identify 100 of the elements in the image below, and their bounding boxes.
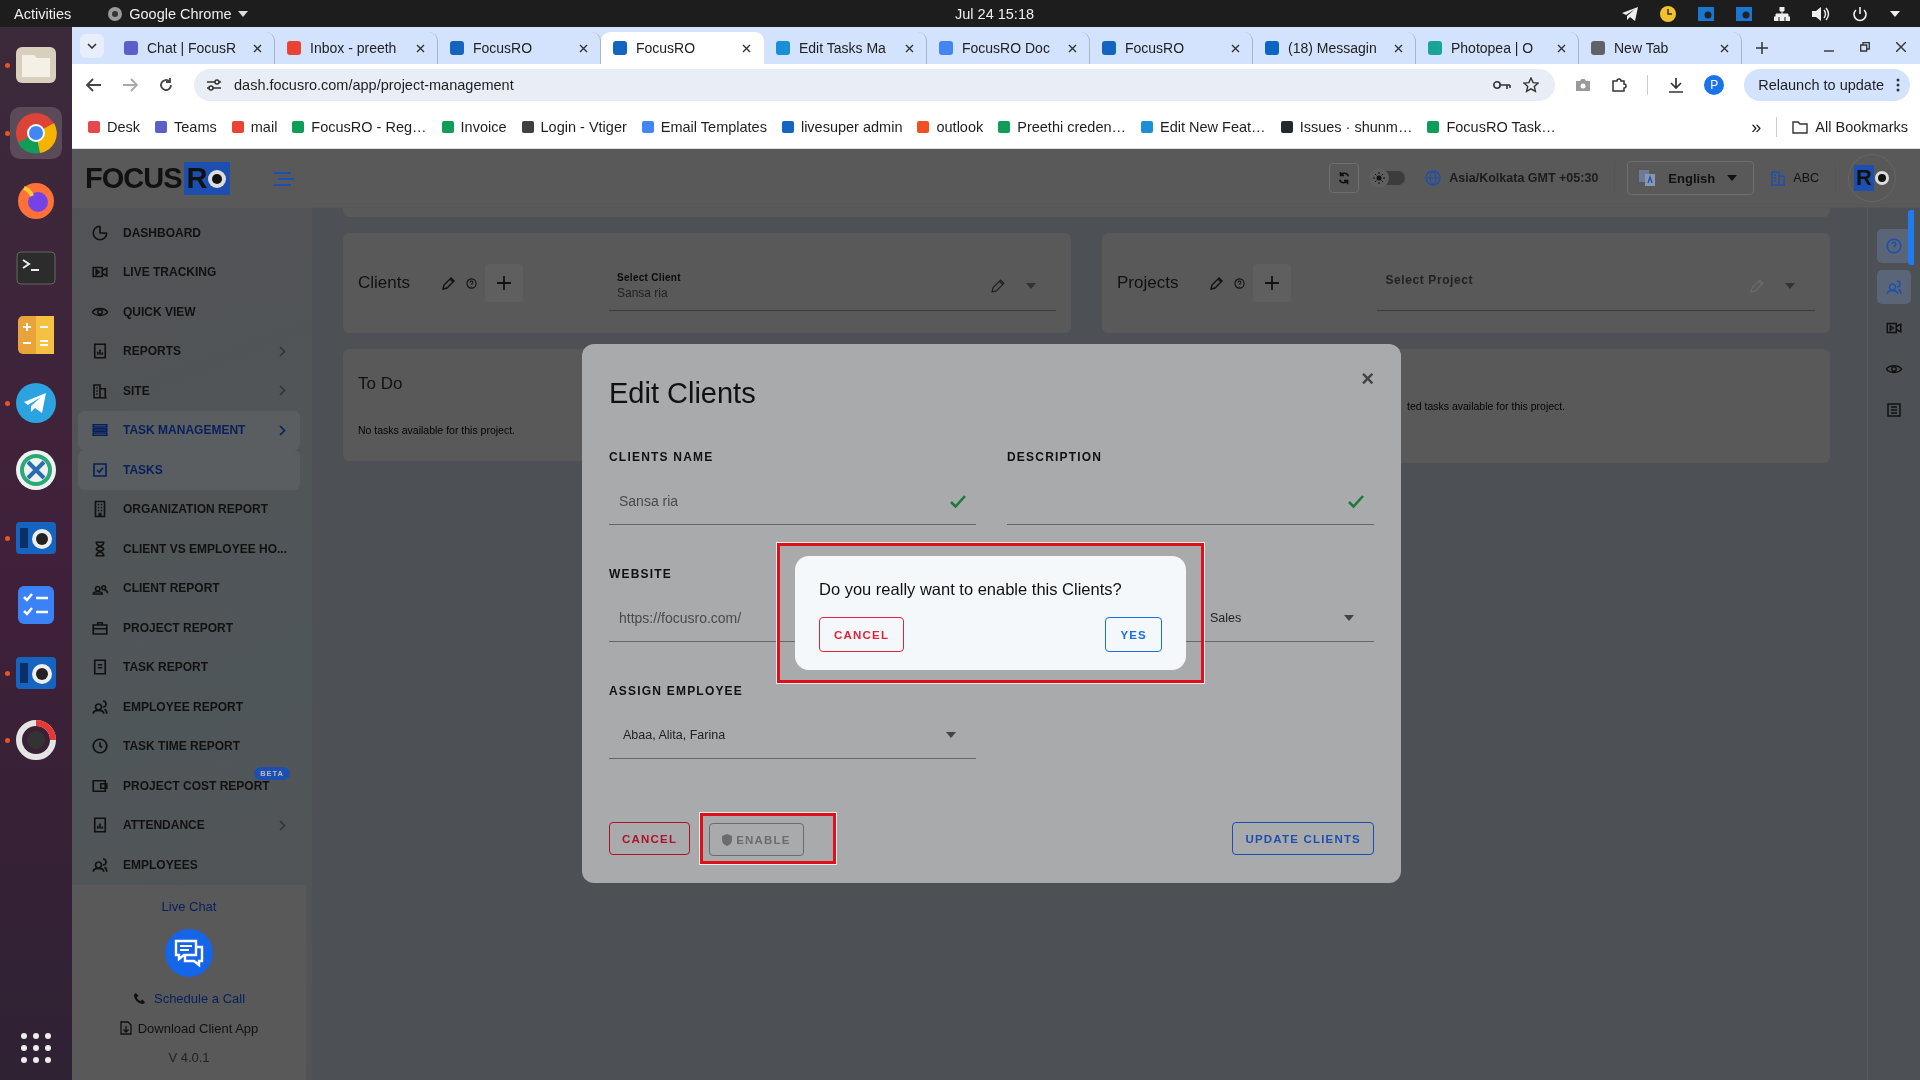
site-settings-icon[interactable]	[206, 78, 222, 92]
sidebar-item[interactable]: LIVE TRACKING	[78, 252, 300, 292]
chat-icon[interactable]	[165, 928, 213, 977]
sidebar-item[interactable]: REPORTS	[78, 331, 300, 371]
edit-icon[interactable]	[441, 276, 456, 290]
edit-icon[interactable]	[1210, 276, 1225, 290]
all-bookmarks-button[interactable]: All Bookmarks	[1792, 119, 1908, 135]
sidebar-item[interactable]: EMPLOYEES	[78, 845, 300, 885]
sidebar-item[interactable]: TASKS	[78, 450, 300, 490]
bookmark[interactable]: Email Templates	[641, 119, 767, 135]
relaunch-button[interactable]: Relaunch to update	[1744, 69, 1910, 101]
bookmark[interactable]: FocusRO - Reg…	[292, 119, 427, 135]
network-icon[interactable]	[1774, 6, 1790, 21]
organization-label[interactable]: ABC	[1771, 170, 1819, 186]
timezone-label[interactable]: Asia/Kolkata GMT +05:30	[1425, 170, 1599, 186]
volume-icon[interactable]	[1812, 6, 1830, 21]
key-icon[interactable]	[1493, 80, 1512, 90]
browser-tab[interactable]: FocusRO	[601, 32, 764, 64]
bookmark[interactable]: Teams	[155, 119, 217, 135]
folder-icon	[1792, 120, 1809, 134]
lens-icon	[1873, 170, 1890, 186]
reload-icon[interactable]	[158, 77, 174, 93]
theme-toggle[interactable]	[1371, 171, 1406, 185]
sidebar-item[interactable]: CLIENT VS EMPLOYEE HO...	[78, 529, 300, 569]
refresh-button[interactable]	[1329, 163, 1360, 193]
download-app-link[interactable]: Download Client App	[119, 1020, 259, 1036]
activities-button[interactable]: Activities	[14, 5, 72, 22]
more-icon[interactable]	[1896, 78, 1900, 92]
globe-icon	[1425, 170, 1442, 186]
close-icon[interactable]	[1394, 43, 1403, 53]
browser-icon	[107, 5, 124, 22]
close-icon[interactable]	[1557, 43, 1566, 53]
back-icon[interactable]	[86, 78, 102, 92]
help-icon[interactable]	[1234, 277, 1246, 289]
sidebar-item[interactable]: DASHBOARD	[78, 213, 300, 253]
cancel-button[interactable]: CANCEL	[609, 822, 691, 855]
bookmark[interactable]: outlook	[917, 119, 984, 135]
add-button[interactable]	[484, 264, 523, 302]
puzzle-icon[interactable]	[1611, 77, 1628, 93]
sidebar-item[interactable]: TASK TIME REPORT	[78, 726, 300, 766]
bookmark[interactable]: Login - Vtiger	[521, 119, 627, 135]
language-select[interactable]: English	[1627, 161, 1755, 195]
restore-icon[interactable]	[1860, 42, 1870, 52]
new-tab-icon[interactable]	[1756, 42, 1768, 54]
sidebar-item[interactable]: SITE	[78, 371, 300, 411]
cancel-button[interactable]: CANCEL	[819, 617, 905, 652]
bookmark[interactable]: FocusRO Task…	[1427, 119, 1556, 135]
clock[interactable]: Jul 24 15:18	[955, 5, 1034, 22]
close-icon[interactable]	[1896, 42, 1906, 52]
close-icon[interactable]	[742, 43, 751, 53]
person-icon	[91, 697, 109, 716]
refresh-icon	[1337, 171, 1352, 185]
close-icon[interactable]	[1231, 43, 1240, 53]
bookmark[interactable]: mail	[231, 119, 278, 135]
bookmark[interactable]: Preethi creden…	[998, 119, 1127, 135]
camera-icon[interactable]	[1736, 6, 1752, 21]
paper-plane-icon[interactable]	[1622, 6, 1638, 21]
sidebar-item[interactable]: TASK MANAGEMENT	[78, 410, 300, 450]
bar-chart-icon	[91, 342, 109, 361]
update-button[interactable]: UPDATE CLIENTS	[1232, 822, 1374, 855]
sidebar-item[interactable]: CLIENT REPORT	[78, 568, 300, 608]
select-field[interactable]: Abaa, Alita, Farina	[609, 720, 976, 759]
bookmark[interactable]: Invoice	[441, 119, 507, 135]
clock-icon[interactable]	[1660, 5, 1676, 22]
close-icon[interactable]	[905, 43, 914, 53]
app-menu[interactable]: Google Chrome	[107, 5, 248, 22]
sidebar-item[interactable]: TASK REPORT	[78, 647, 300, 687]
bookmark[interactable]: Edit New Feat…	[1141, 119, 1266, 135]
camera-icon[interactable]	[1575, 78, 1592, 92]
sidebar-item[interactable]: ORGANIZATION REPORT	[78, 489, 300, 529]
download-icon[interactable]	[1668, 77, 1685, 93]
close-icon[interactable]	[1068, 43, 1077, 53]
address-bar[interactable]: dash.focusro.com/app/project-management	[194, 69, 1556, 101]
close-button[interactable]: ×	[1361, 366, 1374, 392]
star-icon[interactable]	[1523, 77, 1540, 93]
camera-icon[interactable]	[1698, 6, 1714, 21]
help-icon[interactable]	[465, 277, 477, 289]
close-icon[interactable]	[416, 43, 425, 53]
close-icon[interactable]	[579, 43, 588, 53]
power-icon[interactable]	[1852, 5, 1868, 22]
sidebar-item[interactable]: PROJECT REPORT	[78, 608, 300, 648]
sidebar-item[interactable]: EMPLOYEE REPORT	[78, 687, 300, 727]
sidebar-item[interactable]: QUICK VIEW	[78, 292, 300, 332]
bookmark[interactable]: Issues · shunm…	[1280, 119, 1413, 135]
help-icon	[1885, 237, 1903, 255]
caret-icon[interactable]	[1890, 10, 1900, 17]
bookmark[interactable]: Desk	[88, 119, 141, 135]
close-icon[interactable]	[253, 43, 262, 53]
field-label: DESCRIPTION	[1007, 450, 1104, 464]
yes-button[interactable]: YES	[1105, 617, 1162, 652]
input-field[interactable]: Sansa ria	[609, 486, 976, 525]
sidebar-item[interactable]: ATTENDANCE	[78, 805, 300, 845]
profile-avatar[interactable]: P	[1704, 75, 1725, 95]
tab-search-button[interactable]	[80, 34, 104, 58]
bookmark[interactable]: livesuper admin	[781, 119, 903, 135]
close-icon[interactable]	[1720, 43, 1729, 53]
dock-item[interactable]	[10, 106, 62, 159]
more-bookmarks-button[interactable]: »	[1751, 116, 1762, 138]
user-avatar[interactable]: R	[1848, 154, 1896, 202]
add-button[interactable]	[1253, 264, 1292, 302]
